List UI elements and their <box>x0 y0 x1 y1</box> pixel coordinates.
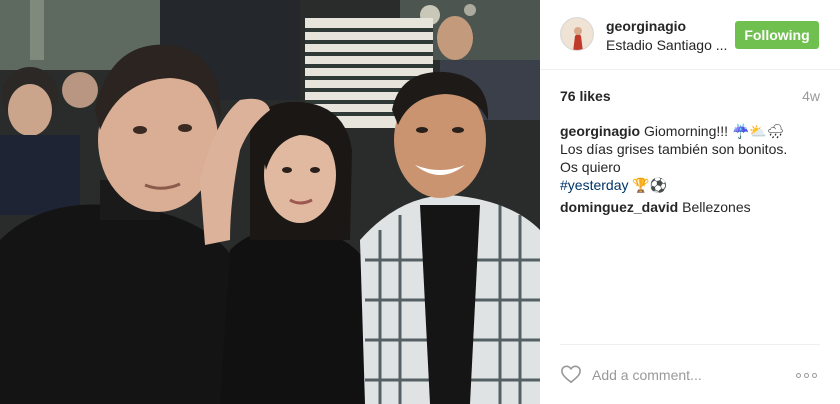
caption-line2: Los días grises también son bonitos. <box>560 141 788 157</box>
following-button[interactable]: Following <box>735 21 819 49</box>
comments-list: georginagio Giomorning!!! ☔️⛅️🌧 Los días… <box>560 122 822 220</box>
post-time[interactable]: 4w <box>802 88 820 104</box>
post-header: georginagio Estadio Santiago ... Followi… <box>540 0 840 70</box>
caption-username[interactable]: georginagio <box>560 123 640 139</box>
comment-text: Bellezones <box>682 199 751 215</box>
instagram-post: georginagio Estadio Santiago ... Followi… <box>0 0 840 404</box>
heart-outline-icon[interactable] <box>560 364 582 384</box>
author-avatar[interactable] <box>560 17 594 51</box>
post-side-panel: georginagio Estadio Santiago ... Followi… <box>540 0 840 404</box>
caption-emojis: 🏆⚽️ <box>632 177 668 193</box>
likes-count[interactable]: 76 likes <box>560 88 611 104</box>
post-photo[interactable] <box>0 0 540 404</box>
dot <box>804 372 809 378</box>
avatar-image <box>561 18 593 50</box>
comment-username[interactable]: dominguez_david <box>560 199 678 215</box>
post-location[interactable]: Estadio Santiago ... <box>606 37 727 53</box>
post-photo-illustration <box>0 0 540 404</box>
caption-line3: Os quiero <box>560 159 621 175</box>
caption-hashtag[interactable]: #yesterday <box>560 177 628 193</box>
dot <box>796 372 801 378</box>
actions-divider <box>560 344 820 345</box>
caption: georginagio Giomorning!!! ☔️⛅️🌧 Los días… <box>560 122 822 194</box>
dot <box>812 372 817 378</box>
caption-line1: Giomorning!!! ☔️⛅️🌧 <box>644 123 785 139</box>
likes-row: 76 likes 4w <box>560 88 820 106</box>
more-options-icon[interactable] <box>796 369 820 381</box>
comment-item: dominguez_david Bellezones <box>560 198 822 216</box>
add-comment-input[interactable] <box>592 364 782 386</box>
author-username[interactable]: georginagio <box>606 18 686 34</box>
